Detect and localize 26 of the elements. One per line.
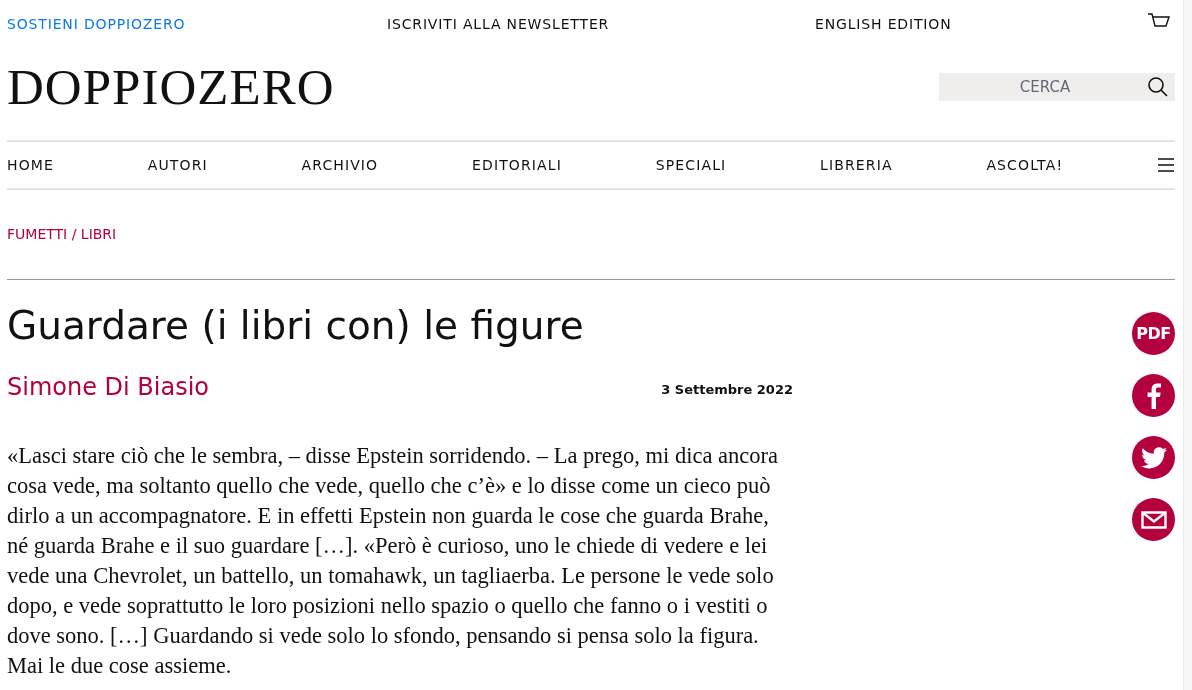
article-paragraph: «Lasci stare ciò che le sembra, – disse Epstein sorridendo. – La prego, mi dica ancora cosa vede, ma soltanto quello che vede, quello che c’è» e lo disse come un cieco può dirlo a un accompagnatore. E in effetti Epstein non guarda le cose che guarda Brahe, né guarda Brahe e il suo guardare […]. «Però è curioso, uno le chiede di vedere e lei vede una Chevrolet, un battello, un tomahawk, un tagliaerba. Le persone le vede solo dopo, e vede soprattutto le loro posizioni nello spazio o quello che fanno o i vestiti o dove sono. […] Guardando si vede solo lo sfondo, pensando si pensa solo la figura. Mai le due cose assieme. bbox=[7, 441, 779, 680]
article-title: Guardare (i libri con) le figure bbox=[7, 302, 585, 350]
nav-link[interactable]: HOME bbox=[7, 154, 54, 176]
pdf-button[interactable]: PDF bbox=[1132, 312, 1175, 355]
support-link[interactable]: SOSTIENI DOPPIOZERO bbox=[7, 13, 387, 35]
author-link[interactable]: Simone Di Biasio bbox=[7, 368, 210, 405]
breadcrumb-link[interactable]: FUMETTI / LIBRI bbox=[7, 224, 117, 245]
menu-icon[interactable] bbox=[1156, 157, 1175, 173]
search-field[interactable]: CERCA bbox=[939, 73, 1175, 101]
nav-link[interactable]: AUTORI bbox=[147, 154, 208, 176]
nav-link[interactable]: SPECIALI bbox=[655, 154, 727, 176]
bird-icon bbox=[1140, 446, 1167, 469]
nav-link[interactable]: EDITORIALI bbox=[472, 154, 562, 176]
newsletter-link[interactable]: ISCRIVITI ALLA NEWSLETTER bbox=[387, 13, 815, 35]
twitter-button[interactable] bbox=[1132, 436, 1175, 479]
facebook-button[interactable] bbox=[1132, 374, 1175, 417]
site-logo[interactable]: DOPPIOZERO bbox=[7, 61, 335, 113]
article-date: 3 Settembre 2022 bbox=[661, 381, 793, 399]
english-edition-link[interactable]: ENGLISH EDITION bbox=[815, 13, 952, 35]
envelope-icon bbox=[1140, 510, 1167, 529]
nav-link[interactable]: ARCHIVIO bbox=[301, 154, 379, 176]
nav-link[interactable]: ASCOLTA! bbox=[986, 154, 1064, 176]
email-button[interactable] bbox=[1132, 498, 1175, 541]
facebook-icon bbox=[1146, 382, 1161, 409]
nav-link[interactable]: LIBRERIA bbox=[820, 154, 893, 176]
search-icon[interactable] bbox=[1147, 76, 1169, 98]
